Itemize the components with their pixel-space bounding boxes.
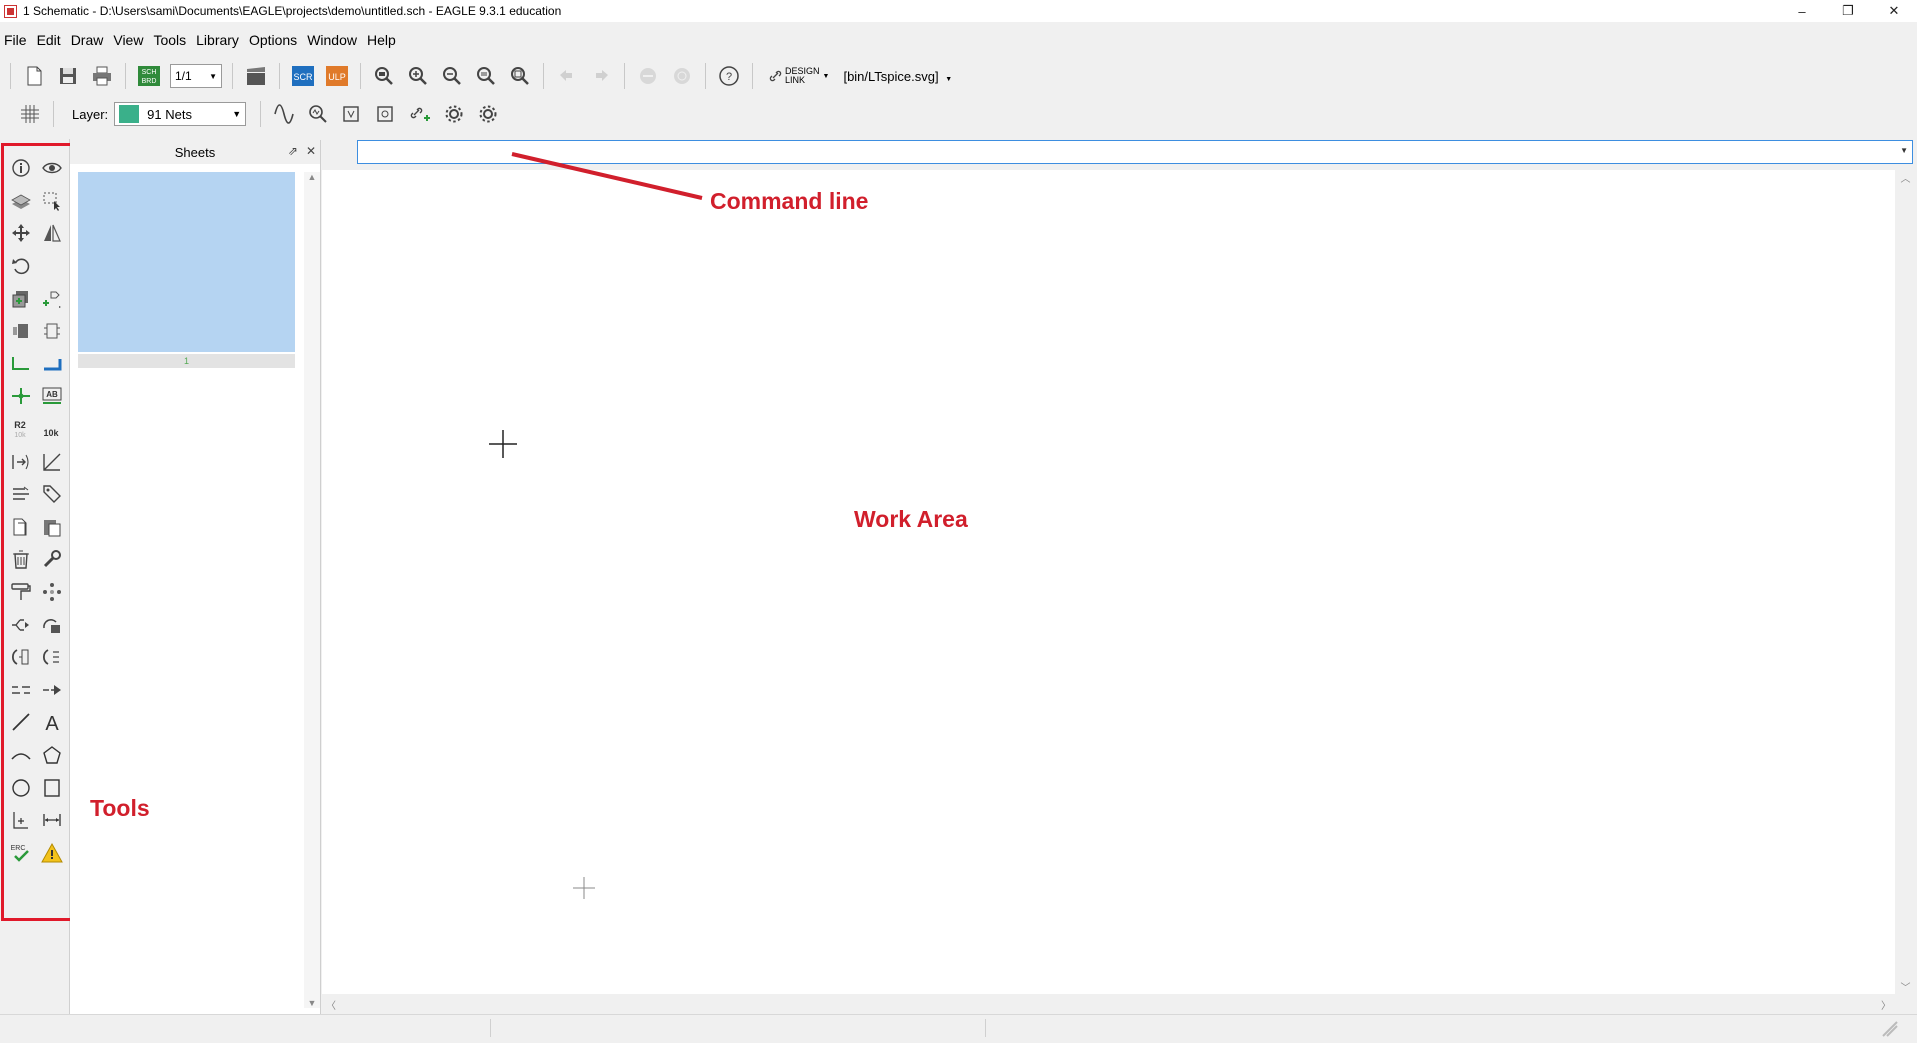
- status-divider: [490, 1019, 491, 1037]
- status-bar: [0, 1014, 1917, 1043]
- work-area-annotation: Work Area: [854, 506, 968, 532]
- tools-annotation: Tools: [90, 795, 150, 821]
- status-divider: [985, 1019, 986, 1037]
- command-line-annotation: Command line: [710, 188, 869, 214]
- command-line-pointer: [511, 152, 703, 200]
- status-stop-icon[interactable]: [1881, 1020, 1899, 1038]
